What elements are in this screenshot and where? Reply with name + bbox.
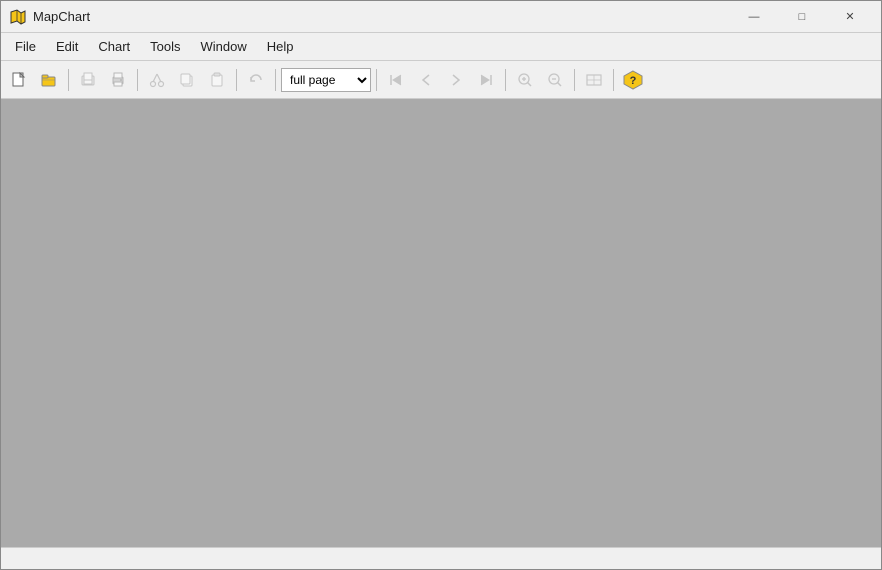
view-button[interactable] (580, 66, 608, 94)
title-controls: — □ ✕ (731, 1, 873, 33)
paste-icon (209, 72, 225, 88)
last-page-button[interactable] (472, 66, 500, 94)
separator-3 (236, 69, 237, 91)
new-icon (11, 72, 27, 88)
svg-text:?: ? (630, 75, 637, 87)
main-content (1, 99, 881, 547)
zoom-out-button[interactable] (541, 66, 569, 94)
app-icon (9, 8, 27, 26)
close-button[interactable]: ✕ (827, 1, 873, 33)
first-page-button[interactable] (382, 66, 410, 94)
title-left: MapChart (9, 8, 90, 26)
menu-window[interactable]: Window (191, 35, 257, 58)
undo-icon (248, 72, 264, 88)
print-preview-button[interactable] (74, 66, 102, 94)
title-text: MapChart (33, 9, 90, 24)
menu-bar: File Edit Chart Tools Window Help (1, 33, 881, 61)
separator-5 (376, 69, 377, 91)
cut-button[interactable] (143, 66, 171, 94)
zoom-in-button[interactable] (511, 66, 539, 94)
separator-1 (68, 69, 69, 91)
first-page-icon (389, 73, 403, 87)
menu-chart[interactable]: Chart (88, 35, 140, 58)
menu-tools[interactable]: Tools (140, 35, 190, 58)
menu-help[interactable]: Help (257, 35, 304, 58)
separator-4 (275, 69, 276, 91)
next-page-icon (449, 73, 463, 87)
view-icon (586, 72, 602, 88)
last-page-icon (479, 73, 493, 87)
paste-button[interactable] (203, 66, 231, 94)
next-page-button[interactable] (442, 66, 470, 94)
copy-button[interactable] (173, 66, 201, 94)
prev-page-button[interactable] (412, 66, 440, 94)
prev-page-icon (419, 73, 433, 87)
help-icon: ? (623, 70, 643, 90)
open-icon (41, 72, 57, 88)
status-bar (1, 547, 881, 569)
menu-file[interactable]: File (5, 35, 46, 58)
separator-7 (574, 69, 575, 91)
cut-icon (149, 72, 165, 88)
separator-6 (505, 69, 506, 91)
maximize-button[interactable]: □ (779, 1, 825, 33)
page-select[interactable]: full page half page quarter page (281, 68, 371, 92)
copy-icon (179, 72, 195, 88)
print-icon (110, 72, 126, 88)
title-bar: MapChart — □ ✕ (1, 1, 881, 33)
print-preview-icon (80, 72, 96, 88)
zoom-in-icon (517, 72, 533, 88)
zoom-out-icon (547, 72, 563, 88)
help-button[interactable]: ? (619, 66, 647, 94)
separator-8 (613, 69, 614, 91)
separator-2 (137, 69, 138, 91)
toolbar: full page half page quarter page (1, 61, 881, 99)
open-button[interactable] (35, 66, 63, 94)
print-button[interactable] (104, 66, 132, 94)
menu-edit[interactable]: Edit (46, 35, 88, 58)
new-button[interactable] (5, 66, 33, 94)
undo-button[interactable] (242, 66, 270, 94)
minimize-button[interactable]: — (731, 1, 777, 33)
